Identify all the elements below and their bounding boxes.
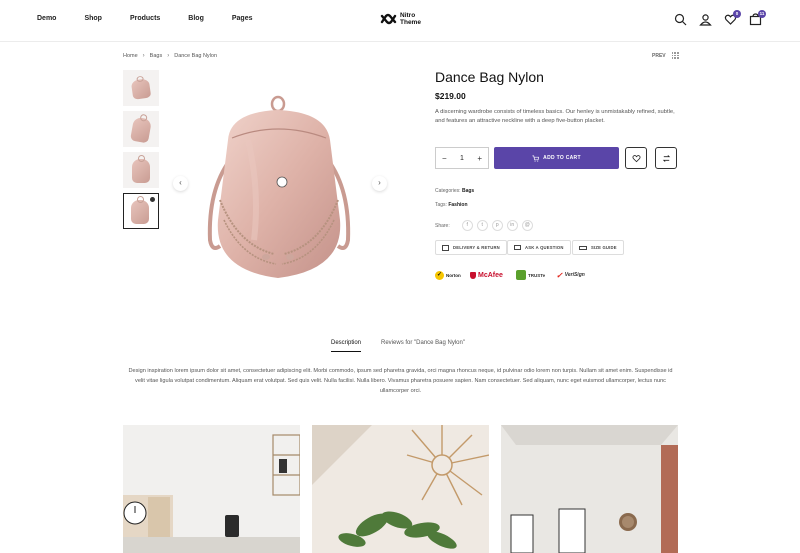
mcafee-badge: McAfee <box>470 268 503 282</box>
site-logo[interactable]: Nitro Theme <box>380 12 421 26</box>
nav-item-pages[interactable]: Pages <box>232 15 253 22</box>
email-icon[interactable]: @ <box>521 220 533 231</box>
lifestyle-image-3[interactable] <box>501 425 678 553</box>
checkmark-icon: ✓ <box>435 270 444 280</box>
interior-photo-desk <box>123 425 300 553</box>
add-to-cart-button[interactable]: ADD TO CART <box>494 147 619 169</box>
thumbnail-2[interactable] <box>123 111 159 147</box>
nav-item-shop[interactable]: Shop <box>84 15 102 22</box>
product-description: A discerning wardrobe consists of timele… <box>435 109 675 124</box>
compare-icon <box>662 154 670 162</box>
product-tags: Tags: Fashion <box>435 202 468 208</box>
add-to-cart-label: ADD TO CART <box>543 155 581 161</box>
breadcrumb-home[interactable]: Home <box>123 53 138 59</box>
cart-count-badge: 11 <box>758 10 766 18</box>
quantity-increase-button[interactable]: + <box>477 154 482 163</box>
zoom-icon <box>150 197 155 202</box>
chevron-right-icon: › <box>142 53 145 59</box>
truste-badge: TRUSTe <box>516 268 545 282</box>
grid-icon[interactable] <box>671 52 679 59</box>
tags-label: Tags: <box>435 202 447 208</box>
mail-icon <box>514 245 521 250</box>
interior-photo-wall <box>501 425 678 553</box>
nav-item-products[interactable]: Products <box>130 15 160 22</box>
product-price: $219.00 <box>435 91 466 101</box>
facebook-icon[interactable]: f <box>461 220 473 231</box>
share-row: Share: f t p in @ <box>435 220 533 231</box>
ask-question-button[interactable]: ASK A QUESTION <box>507 240 571 255</box>
breadcrumb: Home › Bags › Dance Bag Nylon <box>123 53 217 59</box>
wishlist-button[interactable]: 0 <box>724 10 741 26</box>
wishlist-count-badge: 0 <box>733 10 741 18</box>
next-image-button[interactable]: › <box>372 176 387 191</box>
box-icon <box>442 244 449 251</box>
product-nav: PREV <box>652 52 679 59</box>
tab-description-content: Design inspiration lorem ipsum dolor sit… <box>128 368 673 394</box>
logo-text-line1: Nitro <box>400 12 416 19</box>
product-main-image[interactable]: ‹ › <box>168 70 390 296</box>
search-icon[interactable] <box>674 13 687 26</box>
share-label: Share: <box>435 222 450 229</box>
breadcrumb-current: Dance Bag Nylon <box>174 53 218 59</box>
thumbnail-4[interactable] <box>123 193 159 229</box>
quantity-stepper: − 1 + <box>435 147 489 169</box>
delivery-return-label: DELIVERY & RETURN <box>453 245 500 250</box>
verisign-badge: ✓ VeriSign <box>556 270 585 280</box>
header-actions: 0 11 <box>674 10 766 26</box>
cart-button[interactable]: 11 <box>749 10 766 26</box>
categories-label: Categories: <box>435 188 461 194</box>
shield-icon <box>470 271 476 279</box>
size-guide-label: SIZE GUIDE <box>591 245 617 250</box>
breadcrumb-category[interactable]: Bags <box>150 53 163 59</box>
chevron-right-icon: › <box>167 53 170 59</box>
product-tabs: Description Reviews for "Dance Bag Nylon… <box>331 340 465 352</box>
interior-photo-plants <box>312 425 489 553</box>
categories-value[interactable]: Bags <box>462 188 474 194</box>
thumbnail-gallery <box>123 70 159 234</box>
quantity-decrease-button[interactable]: − <box>442 154 447 163</box>
compare-button[interactable] <box>655 147 677 169</box>
product-categories: Categories: Bags <box>435 188 474 194</box>
site-header: Demo Shop Products Blog Pages Nitro Them… <box>0 0 800 42</box>
nav-item-blog[interactable]: Blog <box>188 15 204 22</box>
prev-product-link[interactable]: PREV <box>652 53 666 59</box>
main-nav: Demo Shop Products Blog Pages <box>37 15 280 22</box>
quantity-value[interactable]: 1 <box>460 155 464 162</box>
truste-icon <box>516 270 526 280</box>
size-guide-button[interactable]: SIZE GUIDE <box>572 240 624 255</box>
ruler-icon <box>579 245 587 250</box>
backpack-image <box>207 95 351 278</box>
pinterest-icon[interactable]: p <box>491 220 503 231</box>
logo-text-line2: Theme <box>400 19 421 26</box>
prev-image-button[interactable]: ‹ <box>173 176 188 191</box>
cart-icon <box>532 155 540 162</box>
thumbnail-3[interactable] <box>123 152 159 188</box>
logo-mark-icon <box>380 13 397 25</box>
add-to-wishlist-button[interactable] <box>625 147 647 169</box>
product-title: Dance Bag Nylon <box>435 69 544 85</box>
ask-question-label: ASK A QUESTION <box>525 245 564 250</box>
twitter-icon[interactable]: t <box>476 220 488 231</box>
verisign-check-icon: ✓ <box>556 270 563 280</box>
lifestyle-image-1[interactable] <box>123 425 300 553</box>
lifestyle-image-2[interactable] <box>312 425 489 553</box>
norton-badge: ✓ Norton <box>435 270 461 280</box>
account-icon[interactable] <box>699 13 712 26</box>
delivery-return-button[interactable]: DELIVERY & RETURN <box>435 240 507 255</box>
nav-item-demo[interactable]: Demo <box>37 15 56 22</box>
tags-value[interactable]: Fashion <box>448 202 467 208</box>
tab-reviews[interactable]: Reviews for "Dance Bag Nylon" <box>381 340 465 352</box>
thumbnail-1[interactable] <box>123 70 159 106</box>
tab-description[interactable]: Description <box>331 340 362 352</box>
linkedin-icon[interactable]: in <box>506 220 518 231</box>
heart-icon <box>632 154 640 162</box>
